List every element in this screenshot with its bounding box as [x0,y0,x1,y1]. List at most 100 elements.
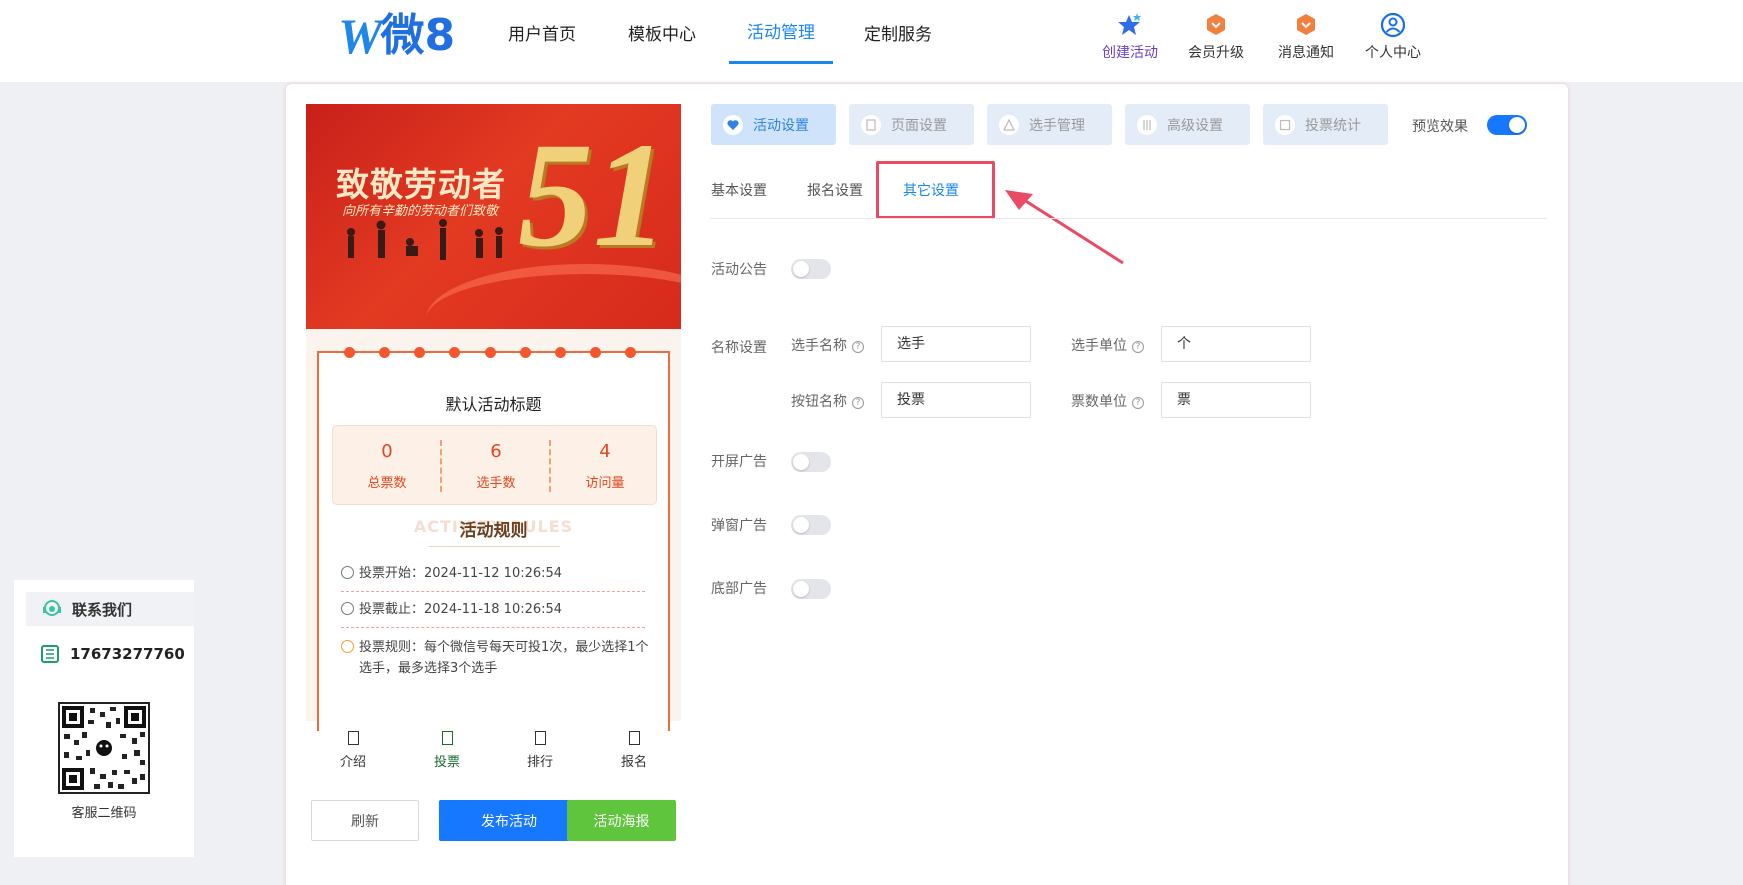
splash-ad-toggle[interactable] [791,452,831,472]
notifications-label: 消息通知 [1278,45,1334,61]
rule-separator [341,591,645,592]
button-name-text: 按钮名称 [791,394,847,410]
popup-ad-toggle[interactable] [791,515,831,535]
ring-dot [590,347,601,358]
preview-nav-ranking[interactable]: 排行 [510,727,570,770]
phone-icon [41,645,59,663]
vip-badge-icon [1207,14,1225,35]
rules-underline [429,546,560,547]
names-settings-label: 名称设置 [711,340,767,356]
tab-page-settings[interactable]: 页面设置 [849,104,974,145]
announcement-toggle[interactable] [791,259,831,279]
preview-nav-vote[interactable]: 投票 [417,727,477,770]
bottom-ad-label: 底部广告 [711,581,767,597]
button-name-label: 按钮名称? [791,391,864,411]
preview-body: 默认活动标题 0 总票数 6 选手数 4 访问量 ACTIVITY RULES … [306,329,681,731]
tab-vote-statistics[interactable]: 投票统计 [1263,104,1388,145]
ring-dot [449,347,460,358]
vote-unit-input[interactable]: 票 [1161,382,1311,418]
splash-ad-label: 开屏广告 [711,454,767,470]
nav-label: 排行 [526,755,553,770]
player-unit-label: 选手单位? [1071,335,1144,355]
preview-banner: 致敬劳动者 向所有辛勤的劳动者们致敬 51 [306,104,681,329]
banner-subtitle: 向所有辛勤的劳动者们致敬 [342,204,499,219]
vote-start-row: 投票开始：2024-11-12 10:26:54 [341,563,651,584]
help-icon[interactable]: ? [1132,341,1144,353]
intro-icon [347,731,359,745]
help-icon[interactable]: ? [852,341,864,353]
player-unit-input[interactable]: 个 [1161,326,1311,362]
contact-title: 联系我们 [72,600,133,619]
stat-total-votes: 0 总票数 [333,426,441,506]
tab-advanced-settings[interactable]: 高级设置 [1125,104,1250,145]
highlight-box [876,161,995,219]
ring-dot [379,347,390,358]
tab-label: 投票统计 [1305,117,1361,134]
heart-icon [723,114,743,135]
logo[interactable]: W 微8 [338,10,456,61]
profile-button[interactable]: 个人中心 [1349,12,1437,62]
popup-ad-label: 弹窗广告 [711,518,767,534]
ring-dot [485,347,496,358]
create-activity-label: 创建活动 [1102,45,1158,61]
create-activity-button[interactable]: 创建活动 [1086,12,1174,62]
contact-header: 联系我们 [26,592,194,626]
star-icon [1118,13,1141,35]
vote-end-row: 投票截止：2024-11-18 10:26:54 [341,599,651,620]
publish-activity-button[interactable]: 发布活动 [439,800,579,841]
player-name-input[interactable]: 选手 [881,326,1031,362]
nav-user-home[interactable]: 用户首页 [500,0,584,64]
nav-label: 介绍 [339,755,366,770]
stats-box: 0 总票数 6 选手数 4 访问量 [332,425,657,505]
nav-label: 投票 [433,755,460,770]
preview-effect-toggle[interactable] [1487,115,1527,135]
qr-code [58,702,150,794]
contact-panel: 联系我们 17673277760 客服二维码 [14,580,194,857]
warning-icon [341,640,354,653]
top-bar: W 微8 用户首页 模板中心 活动管理 定制服务 创建活动 会员升级 消息通知 … [0,0,1743,82]
tab-activity-settings[interactable]: 活动设置 [711,104,836,145]
refresh-button[interactable]: 刷新 [311,800,419,841]
help-icon[interactable]: ? [1132,397,1144,409]
ring-dot [344,347,355,358]
stat-visits: 4 访问量 [551,426,659,506]
activity-title: 默认活动标题 [445,395,542,414]
ring-dot [520,347,531,358]
vote-rule-row: 投票规则：每个微信号每天可投1次，最少选择1个选手，最多选择3个选手 [341,637,651,679]
stat-value: 6 [490,441,502,462]
notifications-button[interactable]: 消息通知 [1262,12,1350,62]
activity-poster-button[interactable]: 活动海报 [567,800,676,841]
clock-icon [341,602,354,615]
help-icon[interactable]: ? [852,397,864,409]
vote-start-text: 投票开始：2024-11-12 10:26:54 [359,566,563,581]
button-name-input[interactable]: 投票 [881,382,1031,418]
vote-unit-text: 票数单位 [1071,394,1127,410]
subtab-signup-settings[interactable]: 报名设置 [807,180,863,200]
vip-upgrade-button[interactable]: 会员升级 [1172,12,1260,62]
rule-separator [341,627,645,628]
support-agent-icon [43,600,61,616]
ring-dot [414,347,425,358]
logo-text: 微8 [380,10,456,61]
preview-nav-signup[interactable]: 报名 [604,727,664,770]
clock-icon [341,566,354,579]
banner-title: 致敬劳动者 [336,165,506,204]
nav-activity-management[interactable]: 活动管理 [729,0,833,64]
contact-phone: 17673277760 [26,644,185,664]
nav-label: 报名 [620,755,647,770]
vote-icon [441,731,453,745]
profile-label: 个人中心 [1365,45,1421,61]
preview-paper: 默认活动标题 0 总票数 6 选手数 4 访问量 ACTIVITY RULES … [317,347,670,731]
stat-value: 0 [381,441,393,462]
annotation-arrow [1005,190,1124,265]
ranking-icon [534,731,546,745]
nav-custom-service[interactable]: 定制服务 [856,0,940,64]
qr-caption: 客服二维码 [71,806,137,821]
subtab-basic-settings[interactable]: 基本设置 [711,180,767,200]
preview-nav-intro[interactable]: 介绍 [323,727,383,770]
bottom-ad-toggle[interactable] [791,579,831,599]
page-icon [861,114,881,135]
nav-template-center[interactable]: 模板中心 [620,0,704,64]
tab-player-management[interactable]: 选手管理 [987,104,1112,145]
phone-number: 17673277760 [70,645,185,663]
